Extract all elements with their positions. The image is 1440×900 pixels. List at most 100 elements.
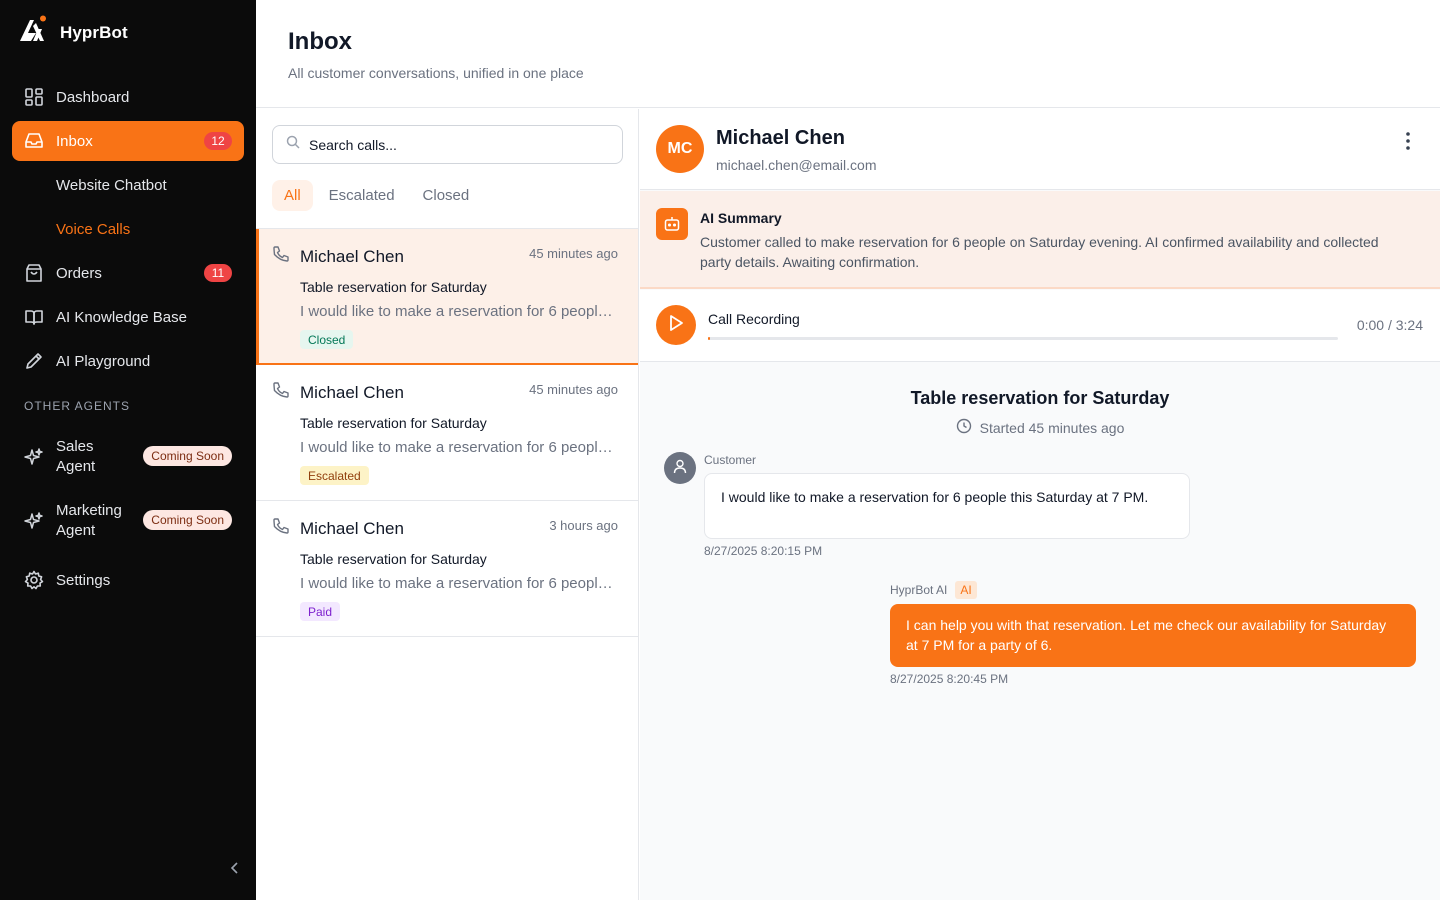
ai-summary-text: Customer called to make reservation for …	[700, 234, 1379, 270]
phone-icon	[272, 517, 290, 540]
sidebar-subitem-website-chatbot[interactable]: Website Chatbot	[56, 177, 167, 194]
customer-message: I would like to make a reservation for 6…	[704, 473, 1190, 539]
sidebar-item-label: Inbox	[56, 132, 93, 150]
conversation-time: 45 minutes ago	[529, 382, 618, 397]
chat-started-text: Started 45 minutes ago	[979, 419, 1125, 436]
ai-message-time: 8/27/2025 8:20:45 PM	[890, 672, 1009, 686]
conversation-time: 3 hours ago	[549, 518, 618, 533]
search-input[interactable]	[309, 136, 609, 153]
conversation-item[interactable]: Michael Chen 3 hours ago Table reservati…	[256, 501, 638, 637]
phone-icon	[272, 381, 290, 404]
page-title: Inbox	[288, 28, 352, 55]
hyprbot-logo-icon	[16, 14, 48, 51]
dashboard-icon	[24, 87, 44, 107]
conversation-detail: MC Michael Chen michael.chen@email.com A…	[640, 109, 1440, 900]
status-badge: Closed	[300, 330, 354, 349]
chat-started: Started 45 minutes ago	[640, 418, 1440, 437]
conversation-name: Michael Chen	[300, 519, 404, 538]
agent-name: Marketing Agent	[56, 501, 132, 541]
conversation-time: 45 minutes ago	[529, 246, 618, 261]
contact-header: MC Michael Chen michael.chen@email.com	[640, 109, 1440, 190]
search-icon	[285, 134, 301, 155]
recording-title: Call Recording	[708, 311, 800, 327]
user-icon	[672, 458, 688, 479]
agent-name-line1: Marketing	[56, 502, 122, 519]
ai-message: I can help you with that reservation. Le…	[890, 604, 1416, 667]
ai-chip: AI	[955, 581, 977, 599]
recording-time: 0:00 / 3:24	[1356, 317, 1423, 333]
sparkle-icon	[24, 511, 44, 531]
inbox-icon	[24, 131, 44, 151]
search-box[interactable]	[272, 125, 623, 164]
contact-email: michael.chen@email.com	[716, 157, 877, 173]
conversation-preview: I would like to make a reservation for 6…	[300, 303, 620, 320]
sidebar-item-label: Orders	[56, 264, 102, 282]
conversation-preview: I would like to make a reservation for 6…	[300, 575, 620, 592]
sidebar-item-ai-knowledge-base[interactable]: AI Knowledge Base	[12, 297, 244, 337]
robot-icon	[656, 208, 688, 240]
sidebar-item-orders[interactable]: Orders 11	[12, 253, 244, 293]
more-vertical-icon	[1406, 131, 1410, 155]
play-icon	[668, 314, 684, 337]
sidebar-item-sales-agent[interactable]: Sales Agent Coming Soon	[12, 433, 244, 481]
sparkle-icon	[24, 447, 44, 467]
conversation-name: Michael Chen	[300, 383, 404, 402]
conversation-subject: Table reservation for Saturday	[300, 279, 487, 295]
sidebar-item-dashboard[interactable]: Dashboard	[12, 77, 244, 117]
coming-soon-badge: Coming Soon	[143, 510, 232, 530]
sidebar-item-inbox[interactable]: Inbox 12	[12, 121, 244, 161]
book-icon	[24, 307, 44, 327]
sidebar-item-label: AI Playground	[56, 352, 151, 370]
sidebar-item-label: Dashboard	[56, 88, 130, 106]
customer-label: Customer	[704, 453, 757, 467]
conversation-subject: Table reservation for Saturday	[300, 551, 487, 567]
conversation-item[interactable]: Michael Chen 45 minutes ago Table reserv…	[256, 229, 638, 365]
agent-name-line1: Sales	[56, 438, 94, 455]
filter-tab-closed[interactable]: Closed	[411, 180, 482, 211]
gear-icon	[24, 570, 44, 590]
recording-progress-track[interactable]	[708, 337, 1338, 340]
status-badge: Paid	[300, 602, 341, 621]
page-header: Inbox All customer conversations, unifie…	[256, 0, 1440, 108]
sidebar: HyprBot Dashboard Inbox 12 Website Chatb…	[0, 0, 256, 900]
filter-tab-escalated[interactable]: Escalated	[317, 180, 407, 211]
ai-summary: AI Summary Customer called to make reser…	[640, 191, 1440, 289]
customer-message-time: 8/27/2025 8:20:15 PM	[704, 544, 823, 558]
conversation-subject: Table reservation for Saturday	[300, 415, 487, 431]
sidebar-item-settings[interactable]: Settings	[12, 560, 244, 600]
filter-tab-all[interactable]: All	[272, 180, 313, 211]
unread-count-badge: 12	[204, 132, 232, 150]
sidebar-item-label: Settings	[56, 571, 111, 589]
clock-icon	[956, 418, 972, 437]
conversation-item[interactable]: Michael Chen 45 minutes ago Table reserv…	[256, 365, 638, 501]
orders-count-badge: 11	[204, 264, 232, 282]
customer-avatar	[664, 452, 696, 484]
collapse-sidebar-button[interactable]	[226, 860, 244, 880]
sidebar-subitem-voice-calls[interactable]: Voice Calls	[56, 221, 130, 238]
agent-name-line2: Agent	[56, 458, 96, 475]
status-badge: Escalated	[300, 466, 369, 485]
chat-title: Table reservation for Saturday	[910, 388, 1170, 408]
ai-summary-title: AI Summary	[700, 210, 782, 226]
ai-sender: HyprBot AI AI	[890, 581, 977, 599]
agent-name: Sales Agent	[56, 437, 132, 477]
chevron-left-icon	[230, 861, 240, 880]
conversation-list: Michael Chen 45 minutes ago Table reserv…	[256, 228, 638, 637]
filter-tabs: All Escalated Closed	[272, 180, 481, 211]
other-agents-heading: OTHER AGENTS	[24, 399, 131, 413]
agent-name-line2: Agent	[56, 522, 96, 539]
ai-sender-label: HyprBot AI	[890, 583, 948, 597]
phone-icon	[272, 245, 290, 268]
play-button[interactable]	[656, 305, 696, 345]
bag-icon	[24, 263, 44, 283]
contact-name: Michael Chen	[716, 127, 845, 149]
conversation-name: Michael Chen	[300, 247, 404, 266]
conversation-list-panel: All Escalated Closed Michael Chen 45 min…	[256, 109, 639, 900]
avatar: MC	[656, 125, 704, 173]
sidebar-item-marketing-agent[interactable]: Marketing Agent Coming Soon	[12, 497, 244, 545]
pencil-icon	[24, 351, 44, 371]
brand[interactable]: HyprBot	[16, 14, 128, 51]
more-options-button[interactable]	[1398, 131, 1418, 155]
sidebar-item-label: AI Knowledge Base	[56, 308, 187, 326]
sidebar-item-ai-playground[interactable]: AI Playground	[12, 341, 244, 381]
